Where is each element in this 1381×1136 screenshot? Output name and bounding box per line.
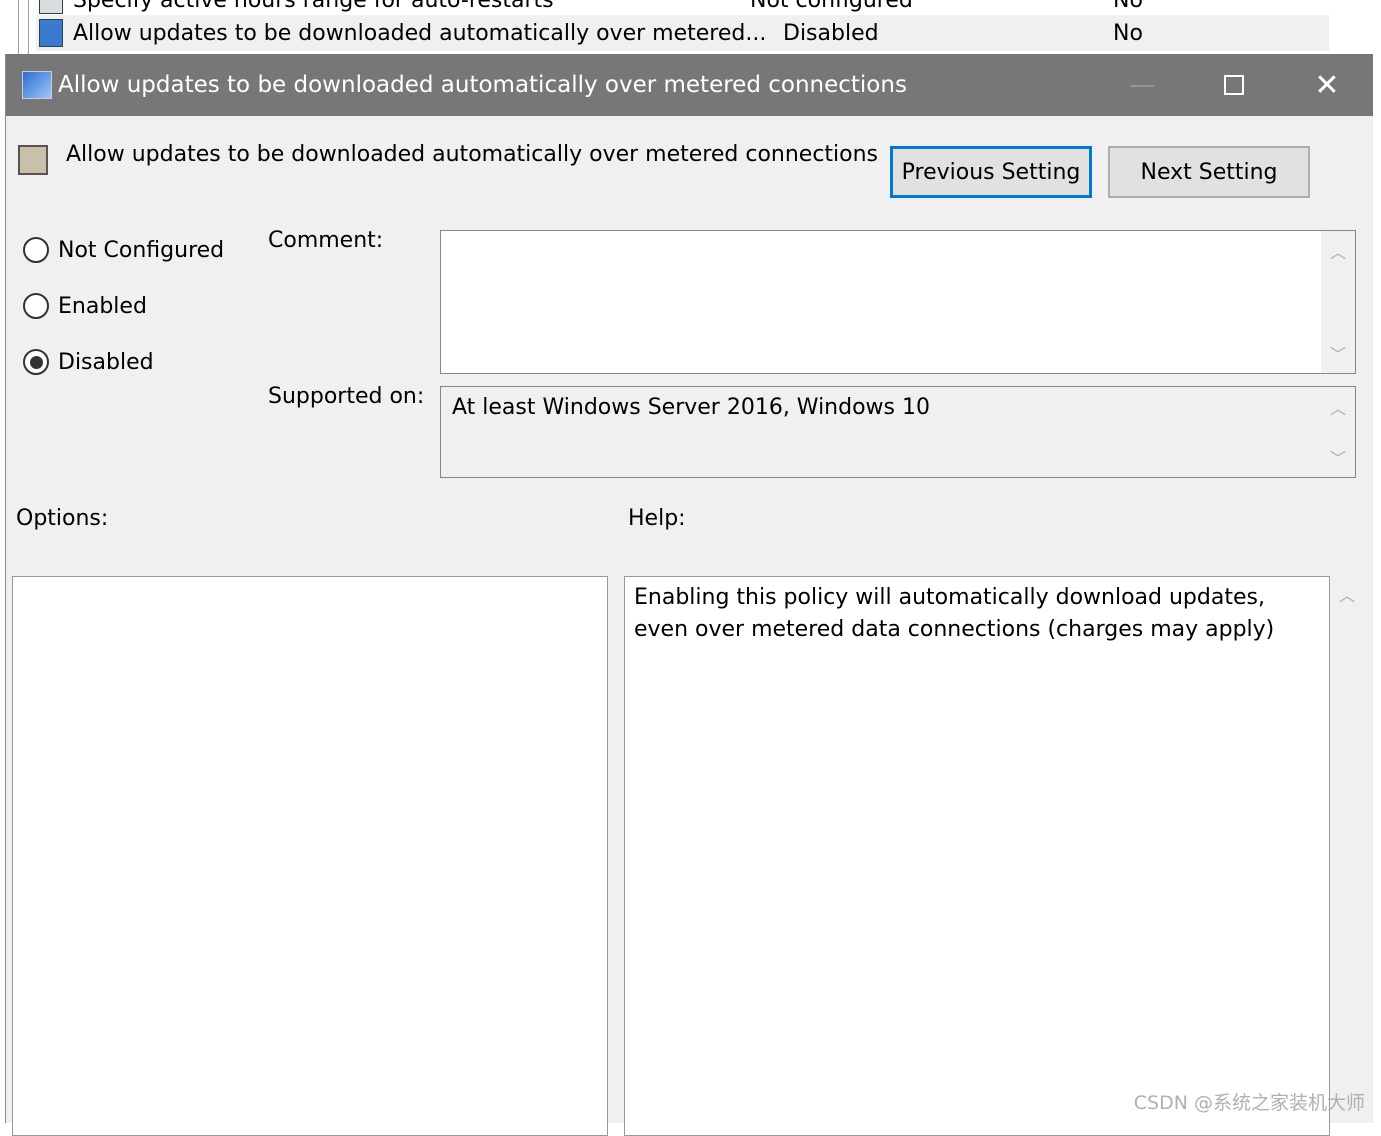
radio-not-configured[interactable]: Not Configured xyxy=(23,237,224,263)
radio-enabled[interactable]: Enabled xyxy=(23,293,147,319)
list-row-selected[interactable]: Allow updates to be downloaded automatic… xyxy=(36,15,1329,51)
watermark: CSDN @系统之家装机大师 xyxy=(1133,1092,1365,1114)
radio-circle[interactable] xyxy=(23,293,49,319)
comment-textarea[interactable]: ︿ ﹀ xyxy=(440,230,1356,374)
divider xyxy=(18,0,19,54)
policy-app-icon xyxy=(22,71,52,99)
row-name: Allow updates to be downloaded automatic… xyxy=(73,20,767,46)
title-bar[interactable]: Allow updates to be downloaded automatic… xyxy=(6,54,1373,116)
supported-on-label: Supported on: xyxy=(268,384,425,409)
help-label: Help: xyxy=(628,506,686,531)
next-setting-button[interactable]: Next Setting xyxy=(1108,146,1310,198)
radio-label: Disabled xyxy=(58,349,154,375)
supported-scrollbar[interactable]: ︿ ﹀ xyxy=(1321,387,1355,477)
radio-disabled[interactable]: Disabled xyxy=(23,349,154,375)
row-comment: No xyxy=(1113,20,1143,46)
policy-list: Specify active hours range for auto-rest… xyxy=(0,0,1381,54)
maximize-button[interactable] xyxy=(1204,54,1264,116)
close-button[interactable]: ✕ xyxy=(1297,54,1357,116)
radio-label: Enabled xyxy=(58,293,147,319)
help-scroll-up-icon[interactable]: ︿ xyxy=(1339,582,1355,606)
setting-icon xyxy=(18,145,48,175)
radio-circle[interactable] xyxy=(23,237,49,263)
minimize-button[interactable]: — xyxy=(1112,54,1172,116)
radio-circle-checked[interactable] xyxy=(23,349,49,375)
help-pane: Enabling this policy will automatically … xyxy=(624,576,1330,1136)
divider xyxy=(28,0,29,54)
row-state: Disabled xyxy=(783,20,879,46)
comment-label: Comment: xyxy=(268,228,384,253)
comment-scrollbar[interactable]: ︿ ﹀ xyxy=(1321,231,1355,373)
policy-icon xyxy=(39,0,63,14)
supported-on-box: At least Windows Server 2016, Windows 10… xyxy=(440,386,1356,478)
radio-label: Not Configured xyxy=(58,237,225,263)
options-pane xyxy=(12,576,608,1136)
row-comment: No xyxy=(1113,0,1143,13)
previous-setting-button[interactable]: Previous Setting xyxy=(890,146,1092,198)
row-name: Specify active hours range for auto-rest… xyxy=(73,0,554,13)
help-text: Enabling this policy will automatically … xyxy=(634,585,1275,642)
dialog-title: Allow updates to be downloaded automatic… xyxy=(58,72,907,98)
supported-on-value: At least Windows Server 2016, Windows 10 xyxy=(452,395,930,420)
maximize-icon xyxy=(1224,75,1244,95)
options-label: Options: xyxy=(16,506,109,531)
policy-dialog: Allow updates to be downloaded automatic… xyxy=(5,54,1373,1136)
row-state: Not configured xyxy=(750,0,913,13)
policy-icon xyxy=(39,19,63,47)
setting-name: Allow updates to be downloaded automatic… xyxy=(66,142,879,167)
